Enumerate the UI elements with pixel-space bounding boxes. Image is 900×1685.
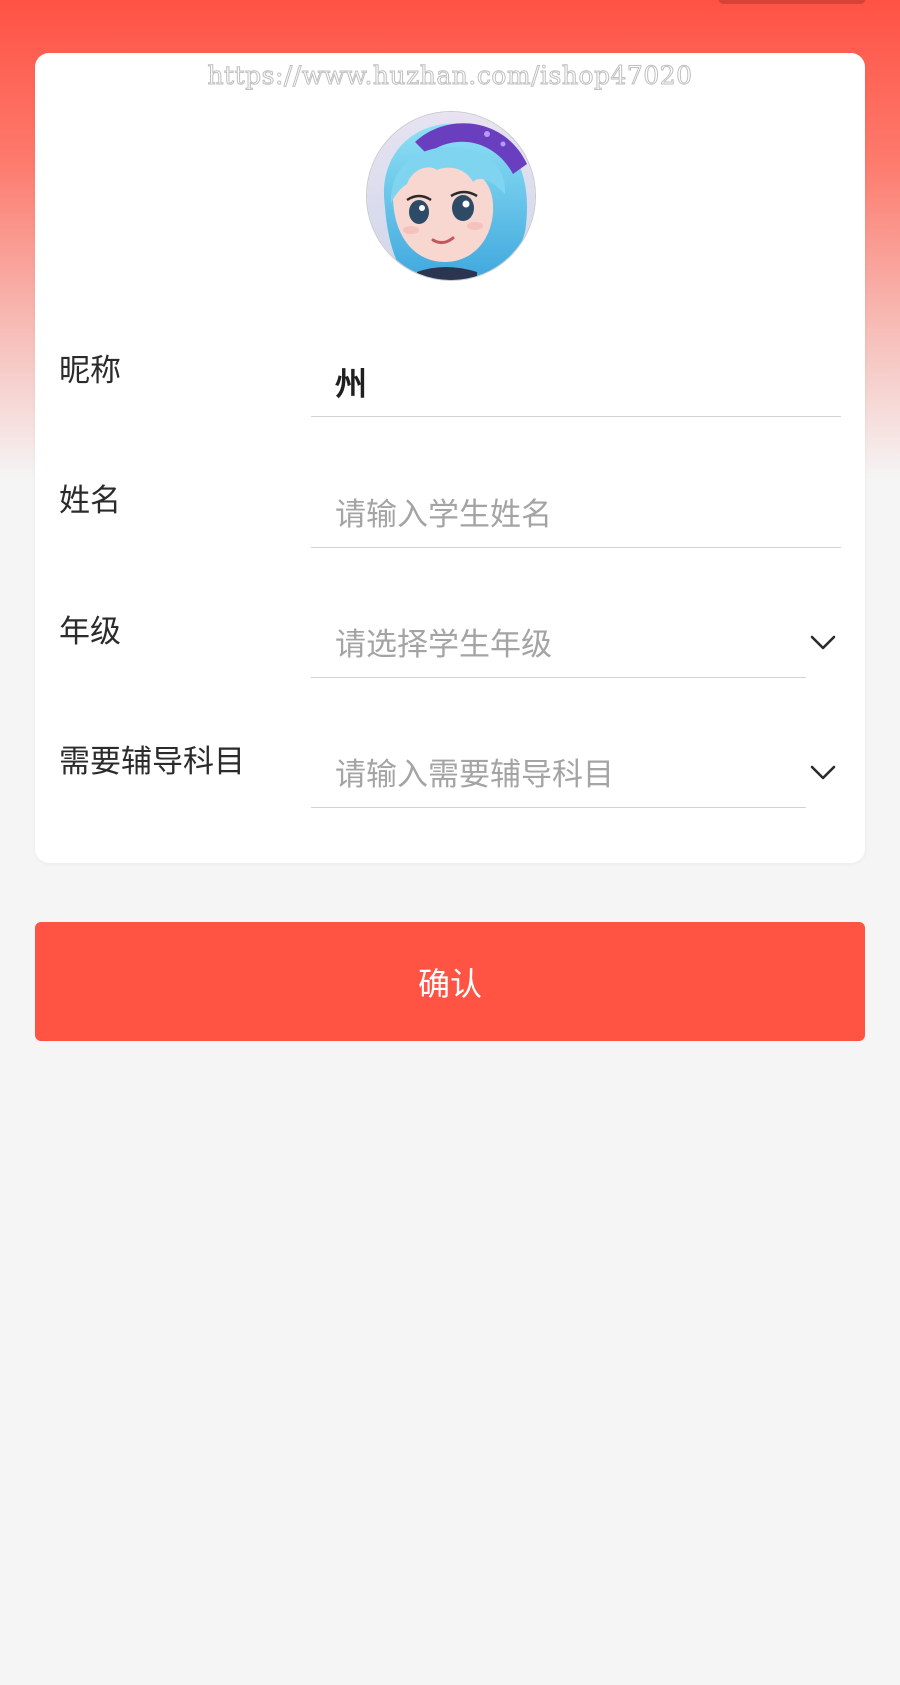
confirm-button[interactable]: 确认 bbox=[35, 922, 865, 1041]
subject-select[interactable]: 请输入需要辅导科目 bbox=[311, 743, 806, 808]
avatar-image bbox=[367, 112, 535, 280]
grade-select[interactable]: 请选择学生年级 bbox=[311, 613, 806, 678]
grade-label: 年级 bbox=[59, 614, 121, 650]
subject-label: 需要辅导科目 bbox=[59, 744, 245, 780]
name-field bbox=[311, 483, 841, 548]
profile-form-card: https://www.huzhan.com/ishop47020 昵称 州 姓… bbox=[35, 53, 865, 863]
watermark-text: https://www.huzhan.com/ishop47020 bbox=[207, 61, 693, 91]
nickname-label: 昵称 bbox=[59, 353, 121, 389]
student-name-input[interactable] bbox=[311, 483, 841, 547]
name-label: 姓名 bbox=[59, 483, 121, 519]
grade-placeholder: 请选择学生年级 bbox=[335, 627, 552, 663]
subject-placeholder: 请输入需要辅导科目 bbox=[335, 757, 614, 793]
nickname-field: 州 bbox=[311, 352, 841, 417]
chevron-down-icon[interactable] bbox=[807, 757, 839, 789]
avatar[interactable] bbox=[366, 111, 536, 281]
status-pill bbox=[718, 0, 866, 4]
chevron-down-icon[interactable] bbox=[807, 627, 839, 659]
nickname-value: 州 bbox=[335, 365, 368, 403]
